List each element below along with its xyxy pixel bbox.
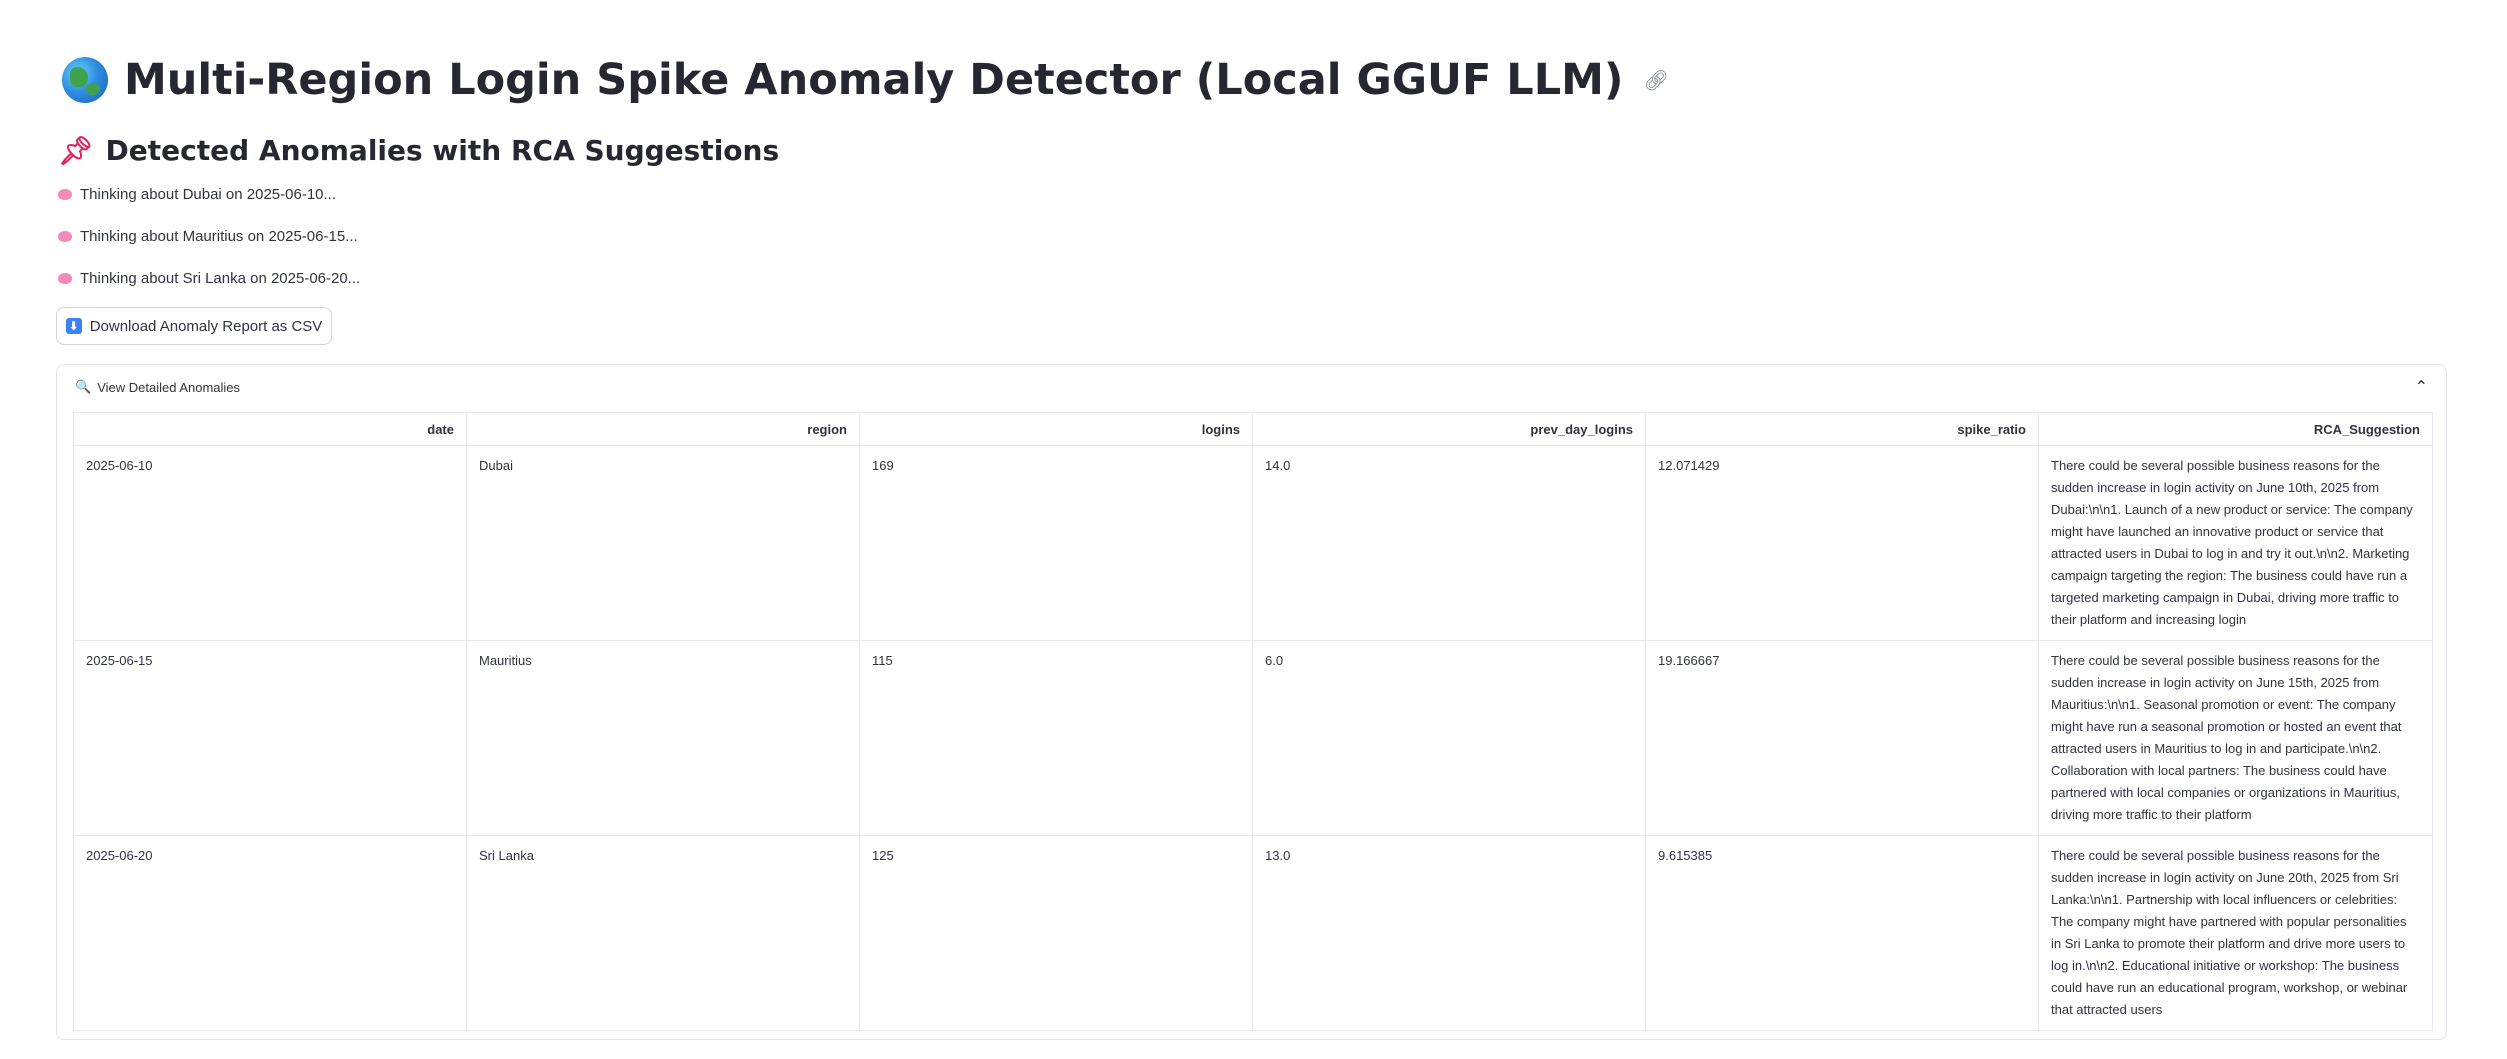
anomalies-table: date region logins prev_day_logins spike… <box>73 412 2433 1031</box>
cell-spike-ratio[interactable]: 12.071429 <box>1645 445 2039 641</box>
link-icon[interactable]: 🔗︎ <box>1644 68 1669 92</box>
download-csv-label: Download Anomaly Report as CSV <box>89 317 323 335</box>
column-header-spike-ratio[interactable]: spike_ratio <box>1645 412 2039 446</box>
cell-logins[interactable]: 169 <box>859 445 1253 641</box>
table-row: 2025-06-10 Dubai 169 14.0 12.071429 Ther… <box>73 445 2433 641</box>
table-row: 2025-06-20 Sri Lanka 125 13.0 9.615385 T… <box>73 835 2433 1031</box>
column-header-date[interactable]: date <box>73 412 467 446</box>
thinking-message: Thinking about Dubai on 2025-06-10... <box>58 182 336 206</box>
cell-rca-suggestion[interactable]: There could be several possible business… <box>2038 835 2433 1031</box>
cell-date[interactable]: 2025-06-20 <box>73 835 467 1031</box>
cell-rca-suggestion[interactable]: There could be several possible business… <box>2038 640 2433 836</box>
pushpin-icon: 📌︎ <box>58 133 94 167</box>
brain-icon <box>58 230 72 242</box>
cell-region[interactable]: Mauritius <box>466 640 860 836</box>
cell-spike-ratio[interactable]: 9.615385 <box>1645 835 2039 1031</box>
thinking-text: Thinking about Mauritius on 2025-06-15..… <box>80 227 358 245</box>
thinking-text: Thinking about Dubai on 2025-06-10... <box>80 185 337 203</box>
cell-logins[interactable]: 115 <box>859 640 1253 836</box>
cell-prev-day-logins[interactable]: 6.0 <box>1252 640 1646 836</box>
cell-spike-ratio[interactable]: 19.166667 <box>1645 640 2039 836</box>
chevron-up-icon[interactable]: ⌃ <box>2415 377 2428 397</box>
table-header-row: date region logins prev_day_logins spike… <box>73 412 2433 446</box>
globe-icon <box>62 57 108 103</box>
thinking-text: Thinking about Sri Lanka on 2025-06-20..… <box>80 269 361 287</box>
page-title-text: Multi-Region Login Spike Anomaly Detecto… <box>124 55 1624 105</box>
table-row: 2025-06-15 Mauritius 115 6.0 19.166667 T… <box>73 640 2433 836</box>
expander-label: View Detailed Anomalies <box>97 379 241 395</box>
section-header: 📌︎ Detected Anomalies with RCA Suggestio… <box>58 130 779 170</box>
brain-icon <box>58 188 72 200</box>
column-header-rca-suggestion[interactable]: RCA_Suggestion <box>2038 412 2433 446</box>
thinking-message: Thinking about Mauritius on 2025-06-15..… <box>58 224 358 248</box>
magnifier-icon: 🔍 <box>75 379 92 394</box>
column-header-logins[interactable]: logins <box>859 412 1253 446</box>
cell-date[interactable]: 2025-06-10 <box>73 445 467 641</box>
cell-date[interactable]: 2025-06-15 <box>73 640 467 836</box>
cell-region[interactable]: Dubai <box>466 445 860 641</box>
section-title: Detected Anomalies with RCA Suggestions <box>105 133 780 167</box>
column-header-prev-day-logins[interactable]: prev_day_logins <box>1252 412 1646 446</box>
download-csv-button[interactable]: ⬇ Download Anomaly Report as CSV <box>56 307 332 345</box>
cell-region[interactable]: Sri Lanka <box>466 835 860 1031</box>
cell-rca-suggestion[interactable]: There could be several possible business… <box>2038 445 2433 641</box>
page-title: Multi-Region Login Spike Anomaly Detecto… <box>62 50 1669 110</box>
download-icon: ⬇ <box>65 318 82 334</box>
cell-logins[interactable]: 125 <box>859 835 1253 1031</box>
cell-prev-day-logins[interactable]: 14.0 <box>1252 445 1646 641</box>
column-header-region[interactable]: region <box>466 412 860 446</box>
cell-prev-day-logins[interactable]: 13.0 <box>1252 835 1646 1031</box>
expander-header[interactable]: 🔍 View Detailed Anomalies ⌃ <box>57 365 2446 409</box>
thinking-message: Thinking about Sri Lanka on 2025-06-20..… <box>58 266 360 290</box>
brain-icon <box>58 272 72 284</box>
anomalies-expander: 🔍 View Detailed Anomalies ⌃ date region … <box>56 364 2447 1040</box>
